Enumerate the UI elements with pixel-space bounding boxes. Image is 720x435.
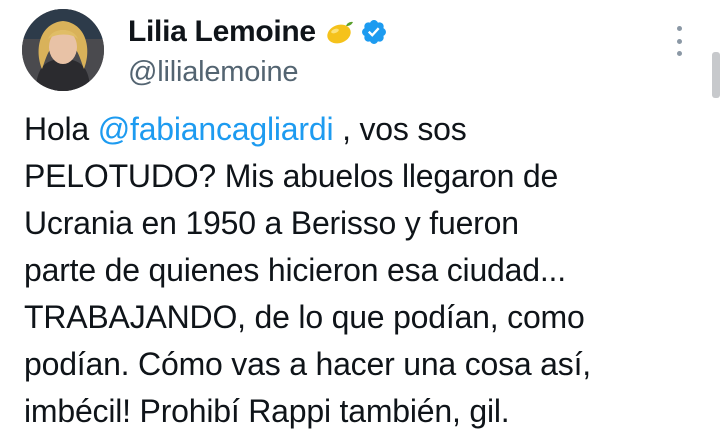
display-name[interactable]: Lilia Lemoine: [128, 15, 316, 49]
more-options-icon[interactable]: [668, 26, 690, 56]
lemon-icon: [324, 18, 354, 46]
verified-badge-icon: [360, 18, 388, 46]
more-dot: [676, 38, 682, 44]
user-handle[interactable]: @lilialemoine: [128, 56, 388, 89]
tweet-text: Hola @fabiancagliardi , vos sos PELOTUDO…: [24, 106, 714, 435]
tweet-greeting: Hola: [24, 111, 98, 147]
mention-link[interactable]: @fabiancagliardi: [98, 111, 334, 147]
name-row: Lilia Lemoine: [128, 10, 388, 54]
avatar[interactable]: [22, 9, 104, 91]
scrollbar[interactable]: [712, 52, 720, 98]
tweet-header: Lilia Lemoine @lilialemoine: [128, 10, 388, 89]
more-dot: [676, 51, 682, 56]
more-dot: [676, 26, 682, 31]
tweet-body-text: , vos sos PELOTUDO? Mis abuelos llegaron…: [24, 111, 591, 429]
